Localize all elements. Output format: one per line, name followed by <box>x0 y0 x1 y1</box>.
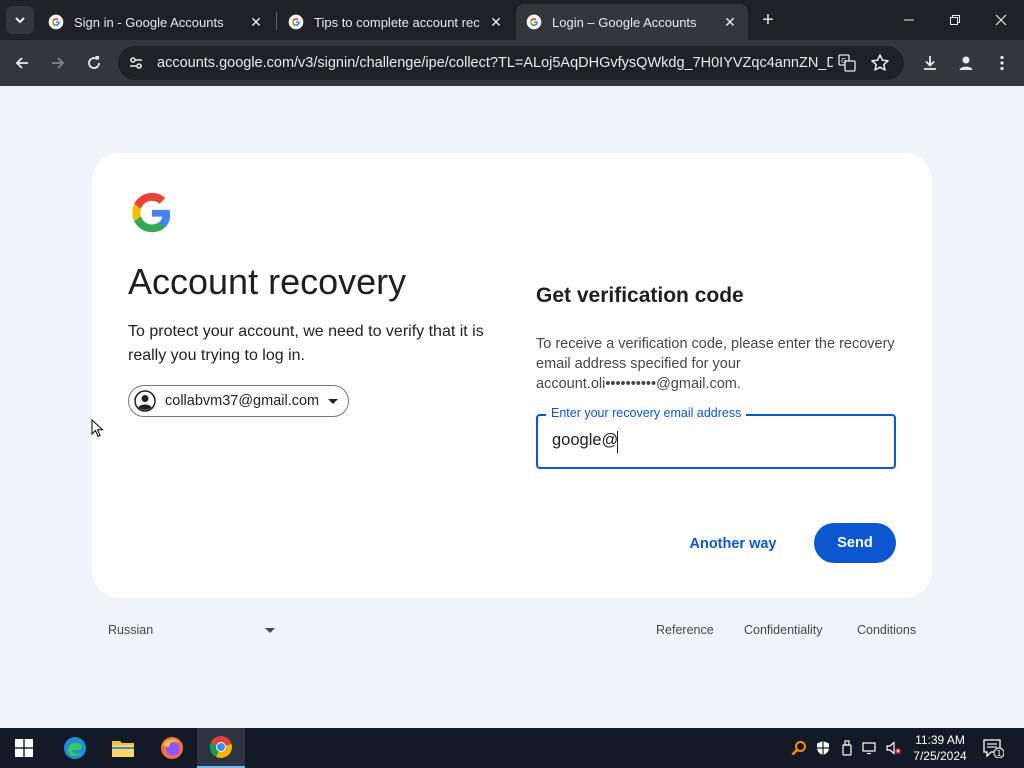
tab-title: Login – Google Accounts <box>552 14 697 30</box>
google-favicon <box>48 14 64 30</box>
tab-search-icon[interactable] <box>6 6 34 34</box>
tab-sign-in[interactable]: Sign in - Google Accounts ✕ <box>38 4 274 40</box>
close-icon[interactable]: ✕ <box>488 14 504 30</box>
section-description: To receive a verification code, please e… <box>536 336 895 392</box>
volume-muted-icon[interactable] <box>885 738 903 758</box>
reload-icon[interactable] <box>82 51 106 75</box>
tab-login[interactable]: Login – Google Accounts ✕ <box>516 4 748 40</box>
usb-icon[interactable] <box>838 738 856 758</box>
profile-icon[interactable] <box>954 51 978 75</box>
account-chip[interactable]: collabvm37@gmail.com <box>128 385 350 417</box>
search-tray-icon[interactable] <box>790 738 808 758</box>
mouse-cursor-icon <box>91 419 104 438</box>
browser-toolbar: accounts.google.com/v3/signin/challenge/… <box>0 40 1024 86</box>
clock-time: 11:39 AM <box>915 733 965 747</box>
url-text[interactable]: accounts.google.com/v3/signin/challenge/… <box>157 55 833 71</box>
clock-date: 7/25/2024 <box>913 749 967 763</box>
tab-divider <box>276 12 277 30</box>
footer-link-conditions[interactable]: Conditions <box>857 623 916 637</box>
close-icon[interactable]: ✕ <box>722 14 738 30</box>
back-icon[interactable] <box>10 51 34 75</box>
google-favicon <box>288 14 304 30</box>
file-explorer-icon[interactable] <box>99 728 147 768</box>
address-bar[interactable]: accounts.google.com/v3/signin/challenge/… <box>118 46 904 80</box>
tab-title: Sign in - Google Accounts <box>74 14 224 30</box>
edge-icon[interactable] <box>51 728 99 768</box>
menu-icon[interactable] <box>990 51 1014 75</box>
account-email: collabvm37@gmail.com <box>165 393 320 409</box>
recovery-card: Account recovery To protect your account… <box>92 153 932 598</box>
language-label: Russian <box>108 623 154 637</box>
translate-icon[interactable]: G <box>838 54 856 72</box>
site-info-icon[interactable] <box>128 55 144 71</box>
system-clock[interactable]: 11:39 AM 7/25/2024 <box>905 732 975 764</box>
shield-icon[interactable] <box>814 738 832 758</box>
windows-start-icon[interactable] <box>0 728 48 768</box>
network-icon[interactable] <box>861 738 879 758</box>
restore-icon[interactable] <box>940 6 970 34</box>
tab-title: Tips to complete account recovery <box>314 14 480 30</box>
forward-icon[interactable] <box>46 51 70 75</box>
footer-link-reference[interactable]: Reference <box>656 623 714 637</box>
recovery-email-input[interactable]: google@ <box>552 431 852 450</box>
chevron-down-icon <box>328 398 339 404</box>
google-logo <box>132 192 171 233</box>
notification-count: 1 <box>996 749 1001 758</box>
taskbar: 11:39 AM 7/25/2024 1 <box>0 728 1024 768</box>
tab-tips[interactable]: Tips to complete account recovery ✕ <box>278 4 514 40</box>
tab-bar: Sign in - Google Accounts ✕ Tips to comp… <box>0 0 1024 40</box>
page-subtitle: To protect your account, we need to veri… <box>128 323 484 364</box>
language-selector[interactable]: Russian <box>108 623 278 639</box>
svg-text:G: G <box>841 57 846 65</box>
chrome-icon[interactable] <box>197 728 245 768</box>
firefox-icon[interactable] <box>148 728 196 768</box>
account-avatar-icon <box>134 390 156 412</box>
minimize-icon[interactable] <box>894 6 924 34</box>
star-icon[interactable] <box>870 53 890 73</box>
window-close-icon[interactable] <box>986 6 1016 34</box>
close-icon[interactable]: ✕ <box>248 14 264 30</box>
footer-link-confidentiality[interactable]: Confidentiality <box>744 623 823 637</box>
recovery-email-field[interactable]: Enter your recovery email address google… <box>536 406 896 469</box>
another-way-button[interactable]: Another way <box>678 524 788 564</box>
text-cursor <box>617 431 618 453</box>
google-favicon <box>526 14 542 30</box>
section-title: Get verification code <box>536 284 744 307</box>
recovery-email-label: Enter your recovery email address <box>546 406 747 420</box>
new-tab-icon[interactable]: + <box>758 10 778 30</box>
page-title: Account recovery <box>128 261 407 302</box>
send-button[interactable]: Send <box>814 523 896 563</box>
notification-icon[interactable]: 1 <box>982 738 1004 758</box>
chevron-down-icon <box>265 628 275 633</box>
download-icon[interactable] <box>918 51 942 75</box>
